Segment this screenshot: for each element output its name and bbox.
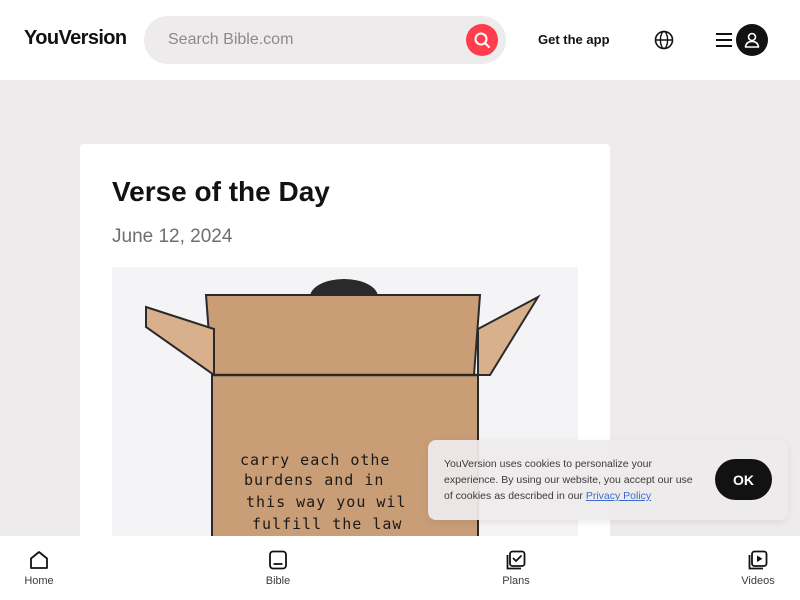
user-icon xyxy=(744,32,760,48)
privacy-policy-link[interactable]: Privacy Policy xyxy=(586,490,651,502)
cookie-ok-button[interactable]: OK xyxy=(715,459,772,500)
verse-date: June 12, 2024 xyxy=(112,226,233,247)
verse-line-3: this way you wil xyxy=(246,493,407,511)
nav-item-home[interactable]: Home xyxy=(4,536,74,600)
nav-item-plans[interactable]: Plans xyxy=(481,536,551,600)
menu-icon xyxy=(716,33,732,47)
globe-icon xyxy=(654,30,674,50)
cookie-message: YouVersion uses cookies to personalize y… xyxy=(444,456,696,504)
bottom-navigation: Home Bible Plans Videos xyxy=(0,536,800,600)
get-the-app-link[interactable]: Get the app xyxy=(538,32,610,47)
nav-item-bible[interactable]: Bible xyxy=(243,536,313,600)
nav-label-videos: Videos xyxy=(741,575,775,587)
card-title: Verse of the Day xyxy=(112,176,330,207)
nav-item-videos[interactable]: Videos xyxy=(723,536,793,600)
plans-icon xyxy=(506,550,526,570)
box-right-flap xyxy=(477,294,541,376)
verse-line-2: burdens and in xyxy=(244,471,384,489)
search-icon xyxy=(474,32,490,48)
verse-line-4: fulfill the law xyxy=(252,515,402,533)
profile-button[interactable] xyxy=(736,24,768,56)
top-header: YouVersion Search Bible.com Get the app xyxy=(0,0,800,80)
search-button[interactable] xyxy=(466,24,498,56)
nav-label-home: Home xyxy=(24,575,54,587)
search-input-placeholder[interactable]: Search Bible.com xyxy=(168,31,293,49)
youversion-logo[interactable]: YouVersion xyxy=(24,27,127,50)
home-icon xyxy=(30,551,48,569)
nav-label-bible: Bible xyxy=(265,575,291,587)
language-button[interactable] xyxy=(653,29,675,51)
videos-icon xyxy=(748,550,768,570)
verse-line-1: carry each othe xyxy=(240,451,390,469)
nav-label-plans: Plans xyxy=(502,575,530,587)
menu-button[interactable] xyxy=(716,31,732,49)
bible-icon xyxy=(269,550,287,570)
box-back-flap xyxy=(204,294,482,376)
box-left-flap xyxy=(145,305,215,377)
search-bar[interactable]: Search Bible.com xyxy=(144,16,506,64)
cookie-banner: YouVersion uses cookies to personalize y… xyxy=(428,440,788,520)
cookie-message-text: YouVersion uses cookies to personalize y… xyxy=(444,458,693,502)
